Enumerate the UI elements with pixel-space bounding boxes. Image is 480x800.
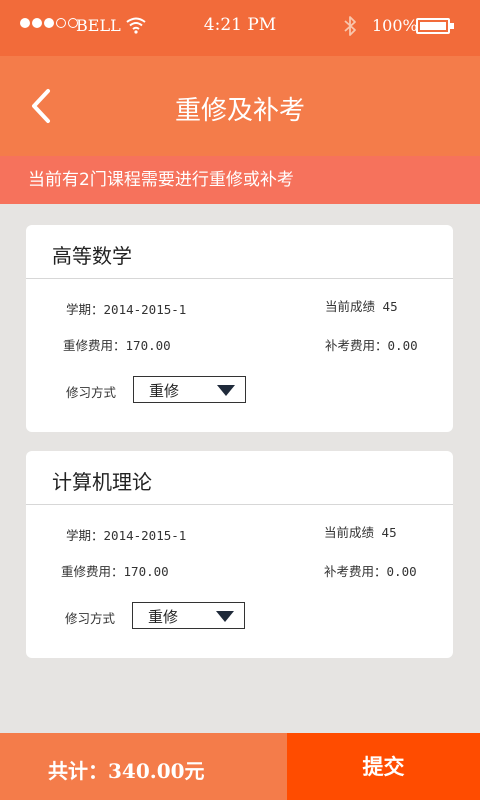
footer-bar: 共计：340.00元 提交: [0, 733, 480, 800]
score-field: 当前成绩 45: [325, 296, 398, 315]
makeup-fee-value: 0.00: [387, 338, 418, 353]
notice-banner: 当前有2门课程需要进行重修或补考: [0, 156, 480, 204]
study-method-value: 重修: [149, 382, 180, 400]
score-value: 45: [381, 525, 397, 540]
dropdown-triangle-icon: [217, 385, 235, 396]
dropdown-triangle-icon: [216, 611, 234, 622]
retake-fee-value: 170.00: [123, 564, 169, 579]
makeup-fee-label: 补考费用：: [324, 564, 387, 579]
score-label: 当前成绩: [325, 299, 376, 314]
study-method-select[interactable]: 重修: [132, 602, 245, 629]
term-value: 2014-2015-1: [103, 302, 187, 317]
course-title: 高等数学: [52, 244, 132, 268]
term-field: 学期：2014-2015-1: [66, 525, 186, 544]
makeup-fee-field: 补考费用：0.00: [325, 335, 418, 354]
course-title: 计算机理论: [52, 470, 152, 494]
makeup-fee-label: 补考费用：: [325, 338, 388, 353]
page-title: 重修及补考: [174, 96, 305, 126]
total-area: 共计：340.00元: [0, 733, 287, 800]
card-divider: [26, 504, 453, 505]
currency-unit: 元: [184, 759, 205, 783]
method-label: 修习方式: [66, 385, 117, 400]
method-label: 修习方式: [65, 611, 116, 626]
score-value: 45: [382, 299, 398, 314]
bluetooth-icon: [344, 16, 356, 36]
retake-fee-label: 重修费用：: [63, 338, 126, 353]
study-method-select[interactable]: 重修: [133, 376, 246, 403]
term-field: 学期：2014-2015-1: [66, 299, 186, 318]
submit-button[interactable]: 提交: [287, 733, 480, 800]
term-label: 学期：: [66, 528, 104, 543]
retake-fee-value: 170.00: [125, 338, 171, 353]
makeup-fee-value: 0.00: [386, 564, 417, 579]
card-divider: [26, 278, 453, 279]
score-field: 当前成绩 45: [324, 522, 397, 541]
study-method-value: 重修: [148, 608, 179, 626]
status-bar: BELL 4:21 PM 100%: [0, 0, 480, 56]
term-value: 2014-2015-1: [103, 528, 187, 543]
makeup-fee-field: 补考费用：0.00: [324, 561, 417, 580]
term-label: 学期：: [66, 302, 104, 317]
retake-fee-field: 重修费用：170.00: [61, 561, 169, 580]
battery-icon: [416, 18, 454, 34]
course-card: 计算机理论 学期：2014-2015-1 当前成绩 45 重修费用：170.00…: [26, 451, 453, 658]
retake-fee-field: 重修费用：170.00: [63, 335, 171, 354]
total-amount: 共计：340.00元: [48, 755, 205, 784]
total-value: 340.00: [108, 759, 185, 783]
score-label: 当前成绩: [324, 525, 375, 540]
total-label: 共计：: [48, 759, 108, 783]
battery-percent: 100%: [372, 16, 418, 35]
course-card: 高等数学 学期：2014-2015-1 当前成绩 45 重修费用：170.00 …: [26, 225, 453, 432]
nav-bar: 重修及补考: [0, 56, 480, 156]
retake-fee-label: 重修费用：: [61, 564, 124, 579]
